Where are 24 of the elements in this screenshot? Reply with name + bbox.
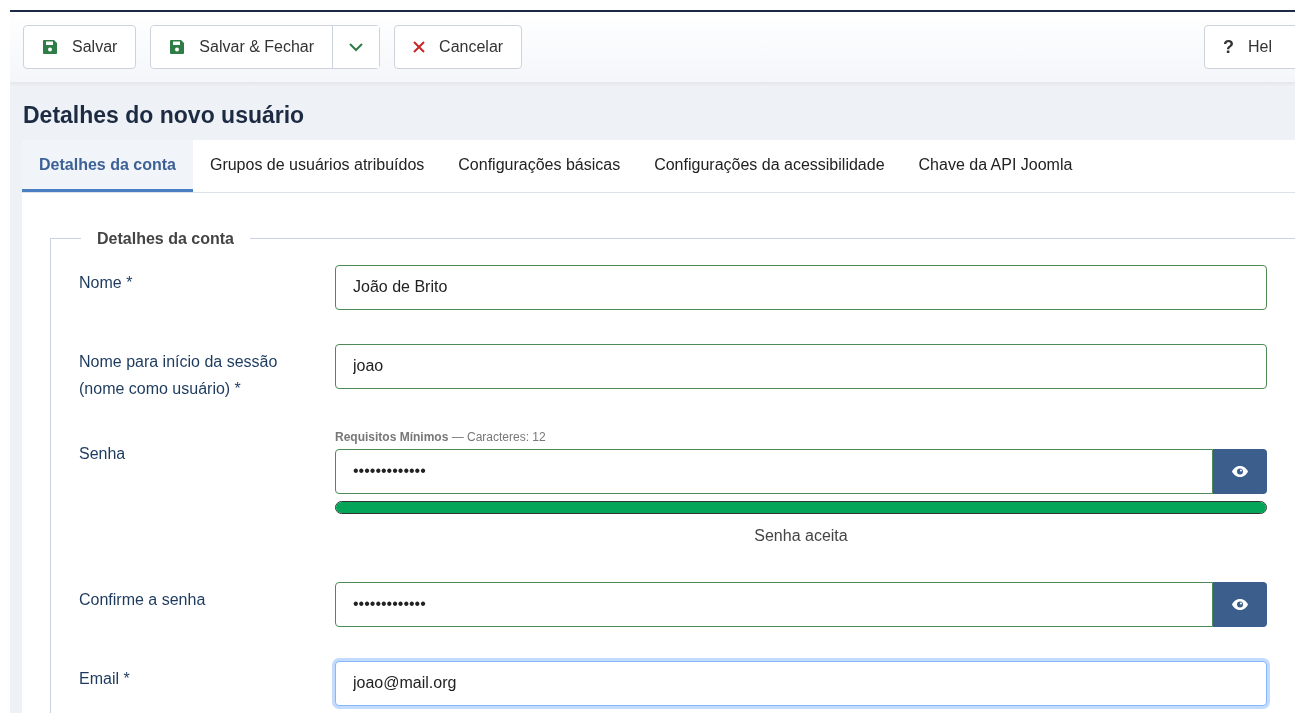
input-field[interactable]: João de Brito — [335, 264, 1267, 310]
input-field[interactable]: joao — [335, 343, 1267, 389]
field-label: Email * — [79, 668, 131, 689]
tab[interactable]: Detalhes da conta — [22, 139, 193, 192]
show-password-button[interactable] — [1212, 448, 1267, 494]
caret-icon — [349, 42, 364, 52]
password-hint: Requisitos Mínimos — Caracteres: 12 — [335, 428, 547, 446]
field-label: Nome para início da sessão (nome como usuário) * — [79, 351, 279, 399]
toolbar-button[interactable]: Salvar — [23, 25, 137, 69]
field-label: Nome * — [79, 272, 134, 293]
input-field[interactable]: ••••••••••••• — [335, 581, 1213, 627]
strength-text: Senha aceita — [753, 525, 849, 546]
eye-icon — [1230, 464, 1249, 478]
toolbar-button[interactable]: Cancelar — [394, 25, 523, 69]
field-label: Senha — [79, 443, 127, 464]
show-password-button[interactable] — [1212, 581, 1267, 627]
eye-icon — [1230, 597, 1249, 611]
field-label: Confirme a senha — [79, 589, 207, 610]
page-title: Detalhes do novo usuário — [22, 101, 306, 130]
help-button[interactable]: ? Hel — [1204, 25, 1295, 69]
input-field[interactable]: joao@mail.org — [335, 660, 1267, 706]
dropdown-toggle[interactable] — [332, 26, 380, 68]
close-icon — [413, 41, 426, 53]
input-field[interactable]: ••••••••••••• — [335, 448, 1213, 494]
